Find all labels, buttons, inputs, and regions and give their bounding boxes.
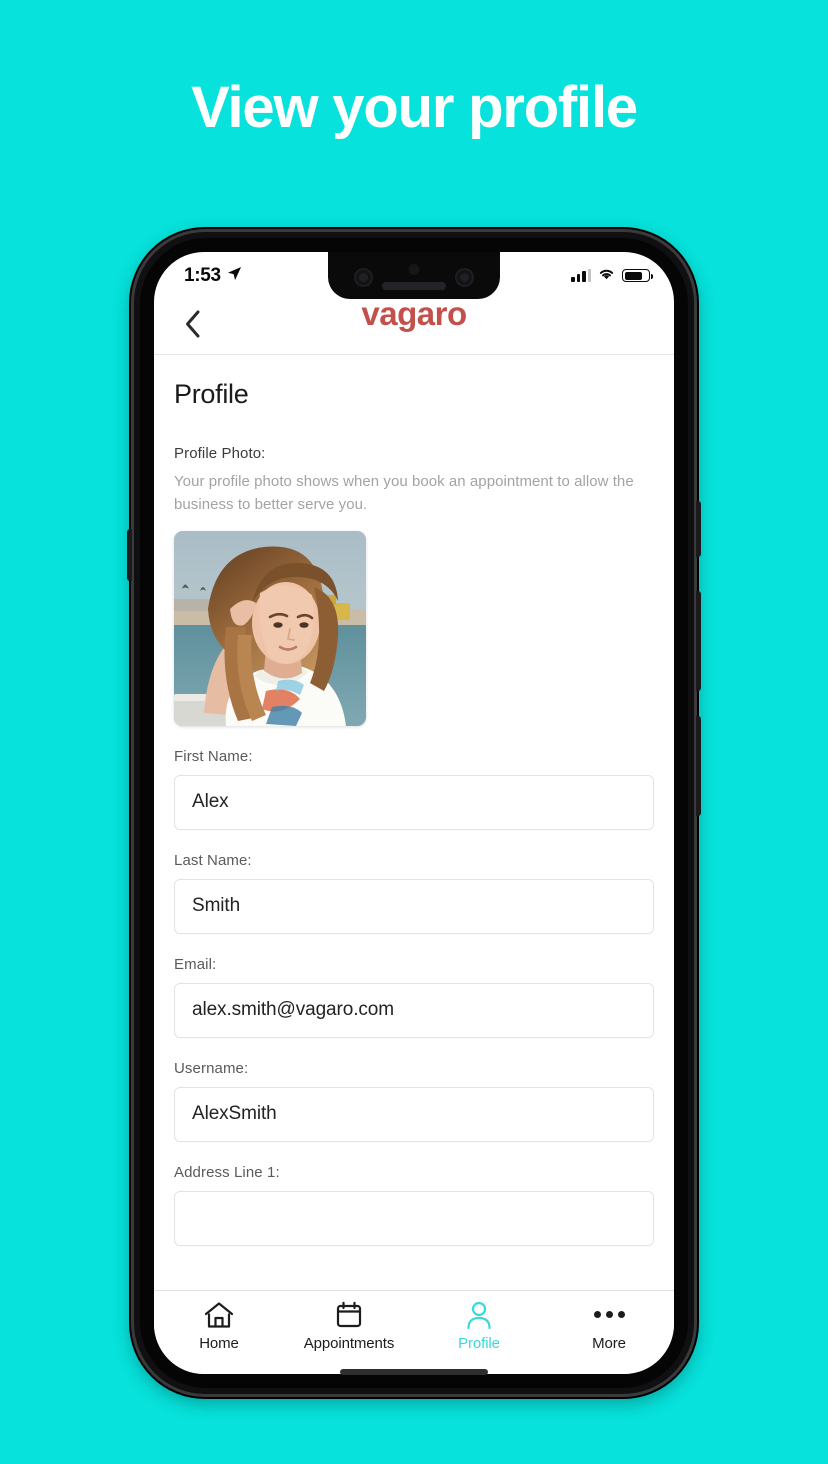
home-icon bbox=[204, 1300, 234, 1329]
back-button[interactable] bbox=[176, 310, 210, 344]
proximity-sensor-icon bbox=[408, 264, 420, 275]
address-line-1-label: Address Line 1: bbox=[174, 1163, 280, 1181]
battery-icon bbox=[622, 269, 653, 282]
first-name-label: First Name: bbox=[174, 747, 253, 765]
status-bar-time: 1:53 bbox=[184, 264, 221, 286]
last-name-label: Last Name: bbox=[174, 851, 252, 869]
tab-appointments[interactable]: Appointments bbox=[284, 1300, 414, 1352]
profile-photo-description: Your profile photo shows when you book a… bbox=[174, 473, 634, 513]
front-camera-icon bbox=[354, 268, 373, 287]
field-group-username: Username: AlexSmith bbox=[174, 1060, 654, 1142]
face-id-sensor-icon bbox=[455, 268, 474, 287]
phone-side-button-silent[interactable] bbox=[696, 501, 701, 557]
profile-content[interactable]: Profile Profile Photo: Your profile phot… bbox=[154, 355, 674, 1290]
status-bar-right bbox=[571, 267, 653, 285]
cellular-signal-icon bbox=[571, 269, 591, 282]
profile-photo[interactable] bbox=[174, 530, 366, 726]
username-input[interactable]: AlexSmith bbox=[174, 1086, 654, 1142]
tab-more-label: More bbox=[592, 1335, 626, 1352]
tab-more[interactable]: More bbox=[544, 1300, 674, 1352]
phone-side-button-volume-down[interactable] bbox=[696, 716, 701, 816]
email-input[interactable]: alex.smith@vagaro.com bbox=[174, 982, 654, 1038]
username-label: Username: bbox=[174, 1059, 249, 1077]
phone-screen: 1:53 vagaro Profile Profile Photo: Your … bbox=[154, 252, 674, 1374]
earpiece-speaker bbox=[382, 282, 446, 290]
bottom-tab-bar: Home Appointments Profile More bbox=[154, 1290, 674, 1374]
calendar-icon bbox=[335, 1300, 363, 1329]
tab-appointments-label: Appointments bbox=[303, 1335, 395, 1352]
address-line-1-input[interactable] bbox=[174, 1190, 654, 1246]
tab-home[interactable]: Home bbox=[154, 1300, 284, 1352]
phone-notch bbox=[328, 252, 500, 299]
app-header: vagaro bbox=[154, 295, 674, 355]
location-arrow-icon bbox=[227, 265, 242, 287]
home-indicator[interactable] bbox=[340, 1369, 488, 1375]
tab-profile-label: Profile bbox=[458, 1335, 500, 1352]
vagaro-logo: vagaro bbox=[361, 295, 467, 332]
page-title: Profile bbox=[174, 379, 249, 409]
tab-profile[interactable]: Profile bbox=[414, 1300, 544, 1352]
page-headline: View your profile bbox=[191, 75, 638, 140]
field-group-first-name: First Name: Alex bbox=[174, 748, 654, 830]
last-name-input[interactable]: Smith bbox=[174, 878, 654, 934]
field-group-address-line-1: Address Line 1: bbox=[174, 1164, 654, 1246]
first-name-input[interactable]: Alex bbox=[174, 774, 654, 830]
profile-photo-label: Profile Photo: bbox=[174, 445, 266, 462]
field-group-email: Email: alex.smith@vagaro.com bbox=[174, 956, 654, 1038]
wifi-icon bbox=[598, 267, 615, 285]
email-label: Email: bbox=[174, 955, 217, 973]
ellipsis-icon bbox=[593, 1300, 625, 1329]
status-bar-left: 1:53 bbox=[184, 265, 242, 287]
chevron-left-icon bbox=[183, 309, 203, 344]
person-icon bbox=[465, 1300, 493, 1329]
phone-side-button-left[interactable] bbox=[127, 529, 132, 581]
phone-frame: 1:53 vagaro Profile Profile Photo: Your … bbox=[127, 229, 701, 1397]
field-group-last-name: Last Name: Smith bbox=[174, 852, 654, 934]
phone-side-button-volume-up[interactable] bbox=[696, 591, 701, 691]
tab-home-label: Home bbox=[199, 1335, 239, 1352]
